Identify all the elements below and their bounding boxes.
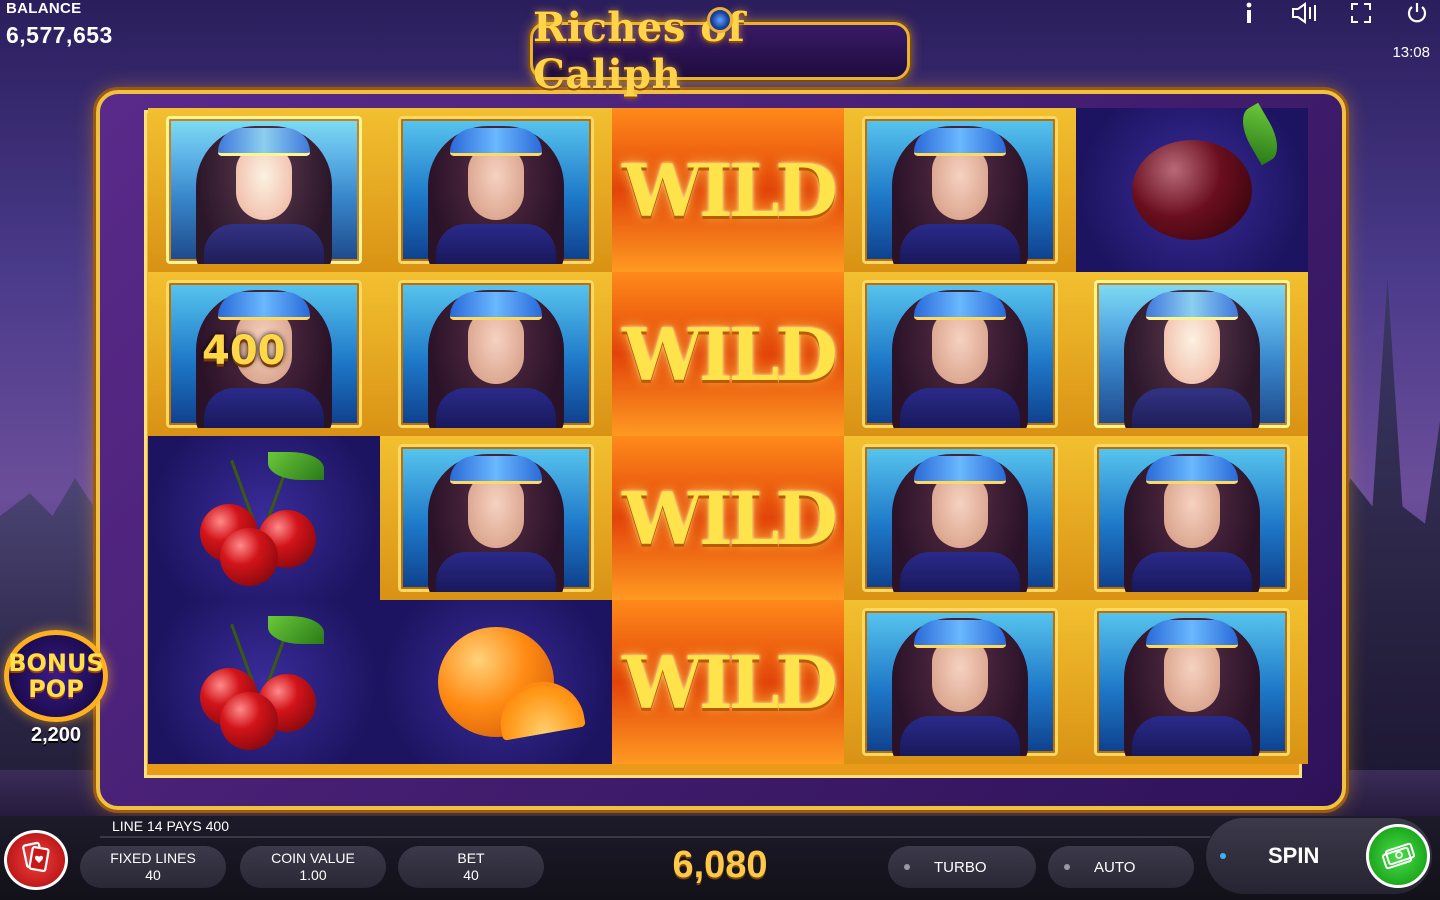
coin-value-value: 1.00 [299, 867, 327, 883]
lady-symbol-icon [862, 280, 1058, 428]
fullscreen-icon[interactable] [1346, 0, 1376, 26]
cherries-symbol-icon [194, 612, 334, 752]
reel-cell: WILD [612, 600, 844, 764]
lady-symbol-icon [398, 116, 594, 264]
bonus-pop-line2: POP [28, 675, 84, 703]
reel-cell: WILD [612, 108, 844, 272]
spin-indicator-icon [1220, 853, 1226, 859]
lady-symbol-icon [1094, 444, 1290, 592]
bonus-pop: BONUS POP 2,200 [4, 630, 108, 750]
lady-symbol-icon [862, 444, 1058, 592]
reel-cell [1076, 102, 1308, 272]
reel-cell [1076, 272, 1308, 436]
coin-value-label: COIN VALUE [271, 850, 355, 866]
wild-symbol: WILD [622, 475, 838, 561]
reel-cell [844, 600, 1076, 764]
wild-symbol: WILD [622, 311, 838, 397]
info-icon[interactable] [1234, 0, 1264, 26]
balance-label: BALANCE [6, 0, 82, 17]
lady-symbol-icon [862, 608, 1058, 756]
lady-symbol-icon [166, 116, 362, 264]
cash-stack-icon[interactable] [1366, 824, 1430, 888]
spin-label: SPIN [1268, 843, 1320, 868]
wild-symbol: WILD [622, 639, 838, 725]
turbo-label: TURBO [934, 858, 987, 876]
reel-cell [844, 436, 1076, 600]
cards-icon [19, 840, 53, 881]
lady-symbol-icon [862, 116, 1058, 264]
clock: 13:08 [1392, 44, 1430, 61]
reel-cell [844, 272, 1076, 436]
reel-cell [380, 600, 612, 764]
reel-cell [380, 272, 612, 436]
logo-gem-icon [707, 7, 733, 33]
coin-value-control[interactable]: COIN VALUE 1.00 [240, 846, 386, 888]
spin-button[interactable]: SPIN [1206, 818, 1432, 894]
reel-cell [148, 108, 380, 272]
reel-cell: 400 [148, 272, 380, 436]
reel-cell: WILD [612, 272, 844, 436]
fixed-lines-value: 40 [145, 867, 161, 883]
bonus-pop-amount: 2,200 [30, 724, 82, 746]
bet-value: 40 [463, 867, 479, 883]
lady-symbol-icon [1094, 280, 1290, 428]
reel-grid: WILD 400 WILD WILD WILD [148, 102, 1308, 764]
game-logo: Riches of Caliph [530, 4, 910, 98]
plum-symbol-icon [1132, 102, 1287, 240]
lady-symbol-icon [398, 280, 594, 428]
line-pays-status: LINE 14 PAYS 400 [112, 818, 229, 834]
lady-symbol-icon [398, 444, 594, 592]
turbo-toggle[interactable]: TURBO [888, 846, 1036, 888]
wild-symbol: WILD [622, 147, 838, 233]
top-toolbar [1234, 0, 1432, 26]
auto-toggle[interactable]: AUTO [1048, 846, 1194, 888]
reel-cell [1076, 600, 1308, 764]
bet-label: BET [457, 850, 485, 866]
win-total: 6,080 [672, 844, 768, 886]
bonus-pop-badge: BONUS POP [4, 630, 108, 722]
bonus-pop-line1: BONUS [8, 649, 104, 677]
auto-label: AUTO [1094, 858, 1136, 876]
orange-symbol-icon [438, 627, 586, 741]
reel-cell [1076, 436, 1308, 600]
sound-icon[interactable] [1290, 0, 1320, 26]
reel-cell [148, 600, 380, 764]
reel-cell [844, 108, 1076, 272]
bottom-divider [100, 836, 1210, 838]
lady-symbol-icon: 400 [166, 280, 362, 428]
fixed-lines-control[interactable]: FIXED LINES 40 [80, 846, 226, 888]
auto-indicator-icon [1064, 864, 1070, 870]
bet-control[interactable]: BET 40 [398, 846, 544, 888]
fixed-lines-label: FIXED LINES [110, 850, 196, 866]
reel-cell [380, 436, 612, 600]
turbo-indicator-icon [904, 864, 910, 870]
lady-symbol-icon [1094, 608, 1290, 756]
power-icon[interactable] [1402, 0, 1432, 26]
cherries-symbol-icon [194, 448, 334, 588]
balance-value: 6,577,653 [6, 22, 113, 48]
reel-cell [380, 108, 612, 272]
win-amount-overlay: 400 [202, 328, 286, 374]
reel-cell [148, 436, 380, 600]
reel-cell: WILD [612, 436, 844, 600]
paytable-button[interactable] [4, 830, 68, 890]
